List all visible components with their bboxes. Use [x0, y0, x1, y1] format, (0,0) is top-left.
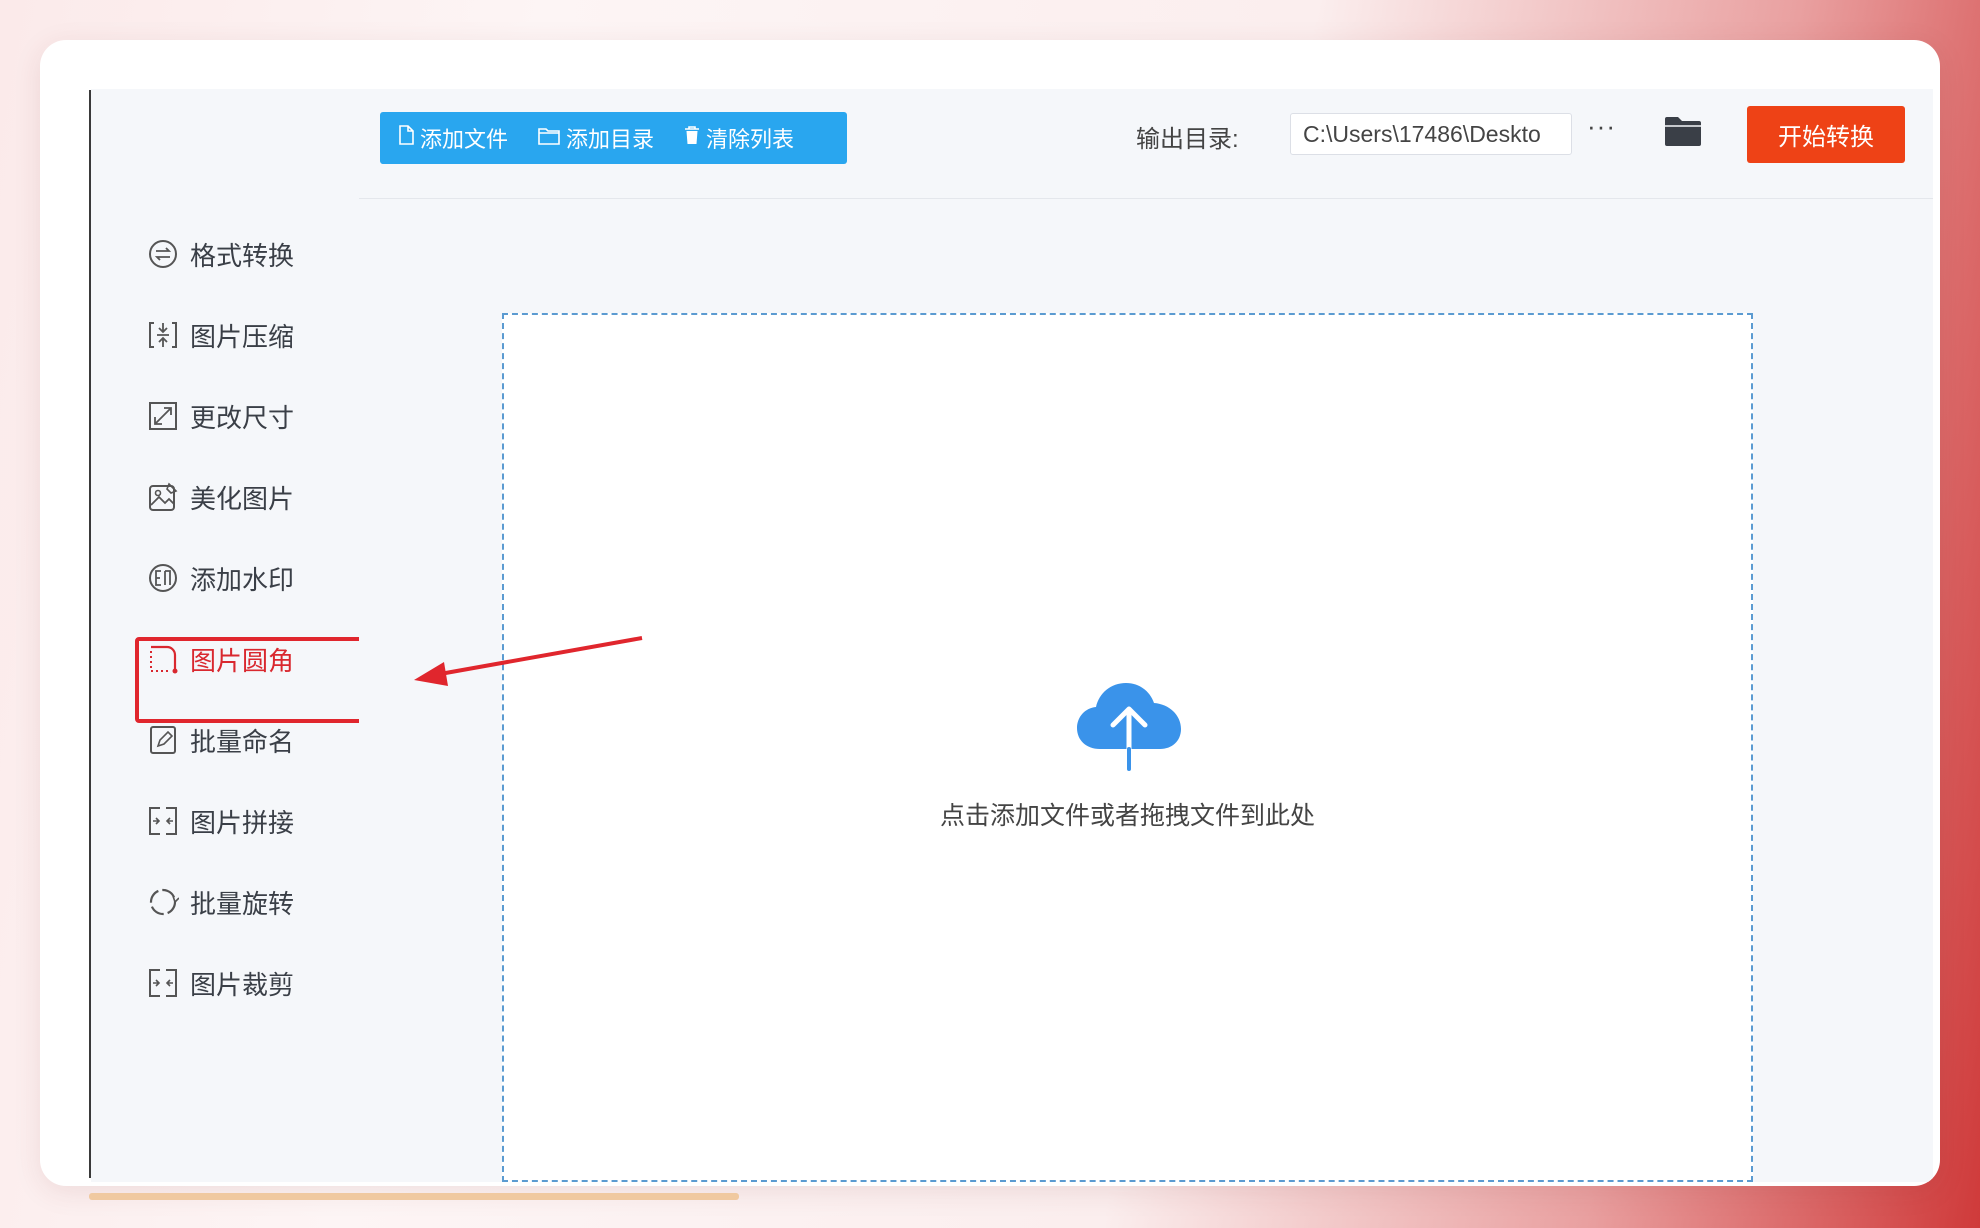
beautify-icon	[146, 480, 180, 514]
sidebar-item-label: 添加水印	[190, 564, 295, 595]
more-options-button[interactable]: ···	[1587, 111, 1616, 142]
sidebar-item-label: 更改尺寸	[190, 402, 295, 433]
convert-icon	[146, 237, 180, 271]
sidebar: 格式转换 图片压缩 更改尺寸 美化图片 添加水印 图片圆角 批量命名 图片拼接 …	[91, 89, 391, 1182]
clear-list-label: 清除列表	[706, 127, 795, 152]
app-window: 格式转换 图片压缩 更改尺寸 美化图片 添加水印 图片圆角 批量命名 图片拼接 …	[91, 89, 1933, 1182]
screenshot-card: 格式转换 图片压缩 更改尺寸 美化图片 添加水印 图片圆角 批量命名 图片拼接 …	[40, 40, 1940, 1186]
sidebar-item-beautify[interactable]: 美化图片	[146, 475, 294, 519]
output-directory-label: 输出目录:	[1136, 126, 1239, 153]
toolbar: 添加文件 添加目录 清除列表 输出目录: C:\Users\17486\Desk…	[359, 89, 1933, 199]
start-convert-button[interactable]: 开始转换	[1747, 106, 1905, 163]
rotate-icon	[146, 885, 180, 919]
sidebar-item-format-convert[interactable]: 格式转换	[146, 232, 294, 276]
output-directory-field[interactable]: C:\Users\17486\Deskto	[1290, 113, 1572, 155]
sidebar-item-label: 图片拼接	[190, 807, 295, 838]
progress-bar	[89, 1193, 739, 1200]
sidebar-item-label: 美化图片	[190, 483, 295, 514]
sidebar-item-label: 批量命名	[190, 726, 295, 757]
add-directory-button[interactable]: 添加目录	[538, 122, 654, 154]
dropzone-hint: 点击添加文件或者拖拽文件到此处	[939, 802, 1315, 830]
crop-icon	[146, 966, 180, 1000]
sidebar-item-rename[interactable]: 批量命名	[146, 718, 294, 762]
compress-icon	[146, 318, 180, 352]
file-icon	[398, 125, 414, 151]
folder-outline-icon	[538, 125, 560, 151]
sidebar-item-splice[interactable]: 图片拼接	[146, 799, 294, 843]
sidebar-item-rotate[interactable]: 批量旋转	[146, 880, 294, 924]
sidebar-item-label: 图片裁剪	[190, 969, 295, 1000]
watermark-icon	[146, 561, 180, 595]
add-file-button[interactable]: 添加文件	[398, 122, 508, 154]
file-button-group: 添加文件 添加目录 清除列表	[380, 112, 847, 164]
highlight-box	[135, 637, 391, 723]
sidebar-item-watermark[interactable]: 添加水印	[146, 556, 294, 600]
sidebar-item-compress[interactable]: 图片压缩	[146, 313, 294, 357]
clear-list-button[interactable]: 清除列表	[684, 122, 794, 154]
rename-icon	[146, 723, 180, 757]
sidebar-item-label: 格式转换	[190, 240, 295, 271]
splice-icon	[146, 804, 180, 838]
resize-icon	[146, 399, 180, 433]
cloud-upload-icon	[1074, 679, 1184, 776]
add-file-label: 添加文件	[420, 127, 509, 152]
trash-icon	[684, 125, 700, 151]
file-dropzone[interactable]: 点击添加文件或者拖拽文件到此处	[502, 313, 1753, 1182]
annotation-arrow	[410, 630, 650, 695]
add-directory-label: 添加目录	[566, 127, 655, 152]
sidebar-item-label: 批量旋转	[190, 888, 295, 919]
sidebar-item-label: 图片压缩	[190, 321, 295, 352]
sidebar-item-crop[interactable]: 图片裁剪	[146, 961, 294, 1005]
folder-icon[interactable]	[1664, 115, 1702, 152]
sidebar-item-resize[interactable]: 更改尺寸	[146, 394, 294, 438]
